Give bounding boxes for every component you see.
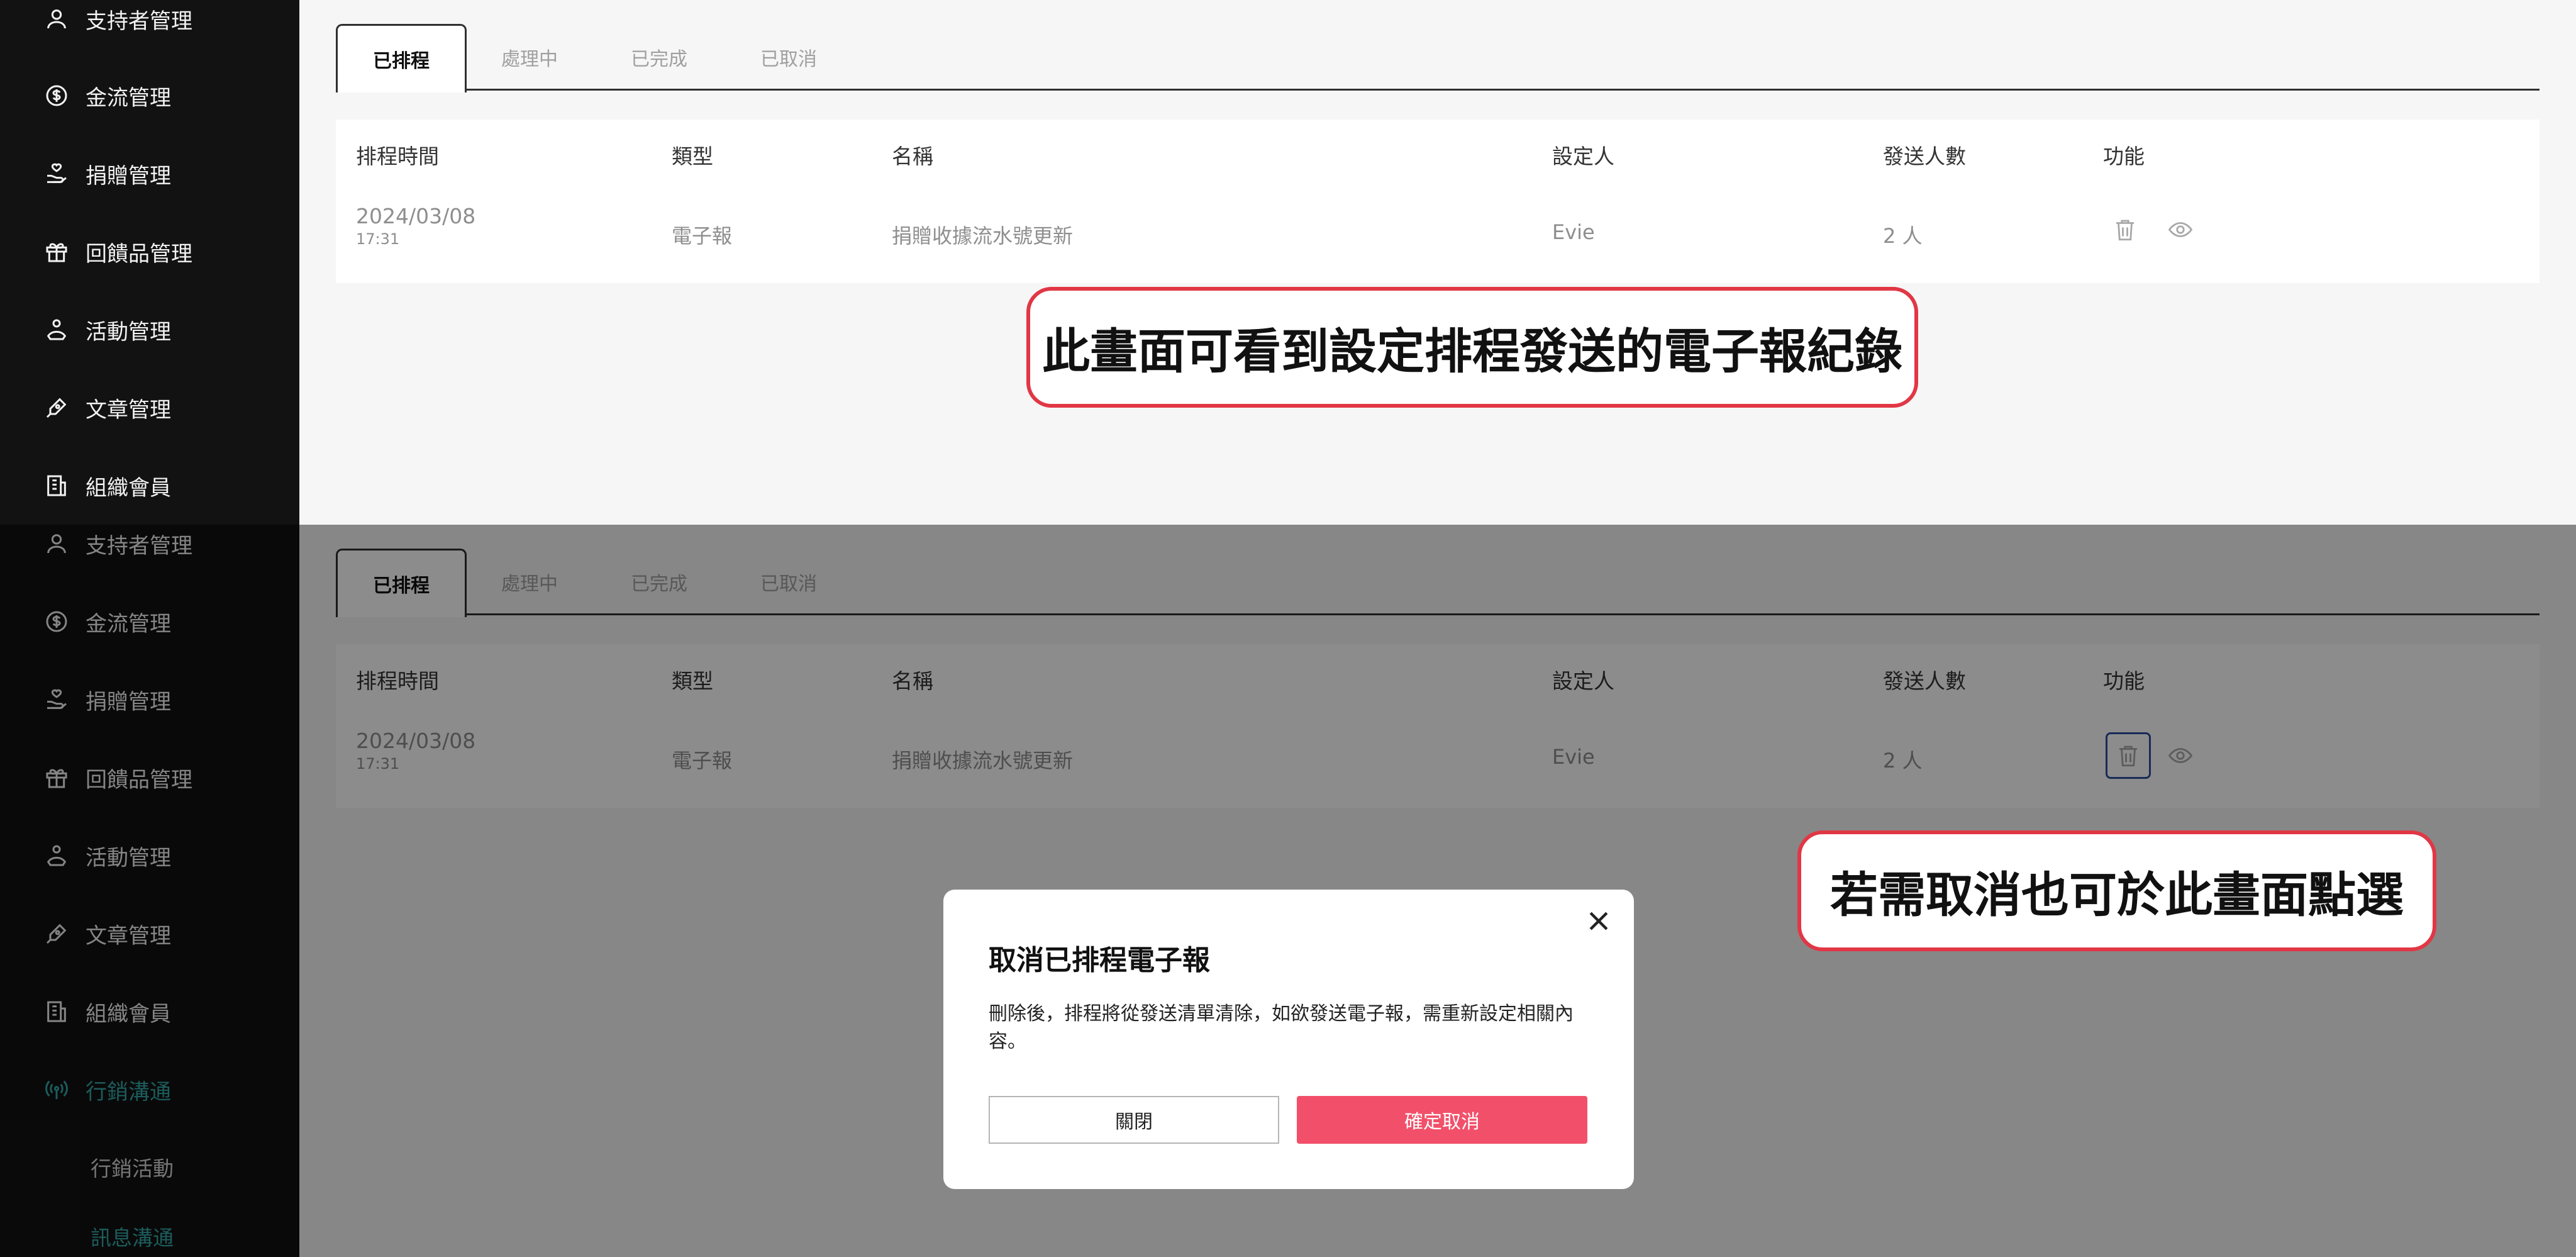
flag-hand-icon: [47, 319, 67, 340]
gift-icon: [46, 243, 67, 262]
annotation-callout-top: 此畫面可看到設定排程發送的電子報紀錄: [1026, 287, 1918, 408]
close-icon[interactable]: [1580, 902, 1618, 940]
dialog-message: 刪除後，排程將從發送清單清除，如欲發送電子報，需重新設定相關內容。: [989, 1003, 1574, 1053]
sidebar-item-label: 活動管理: [86, 319, 171, 345]
sidebar-item-cashflow[interactable]: 金流管理: [44, 77, 171, 115]
sidebar-item-articles[interactable]: 文章管理: [44, 389, 171, 427]
dollar-coin-icon: [46, 85, 67, 106]
sidebar-item-label: 組織會員: [86, 475, 171, 501]
sidebar-item-members[interactable]: 組織會員: [44, 467, 171, 505]
sidebar-item-label: 捐贈管理: [86, 163, 171, 189]
sidebar-item-label: 支持者管理: [86, 8, 192, 34]
building-icon: [47, 475, 66, 496]
row-name: 捐贈收據流水號更新: [892, 224, 1074, 248]
tab-completed[interactable]: 已完成: [609, 24, 709, 91]
column-header-setter: 設定人: [1552, 144, 1614, 169]
pen-icon: [46, 398, 67, 418]
annotation-callout-bottom: 若需取消也可於此畫面點選: [1797, 830, 2436, 951]
close-button[interactable]: 關閉: [989, 1096, 1279, 1144]
column-header-type: 類型: [672, 144, 713, 169]
top-screenshot-panel: 支持者管理 金流管理 捐贈管理 回饋品管理 活動管理 文章管理 組織會員 已排程…: [0, 0, 2576, 525]
tab-scheduled[interactable]: 已排程: [336, 24, 467, 92]
eye-icon[interactable]: [2161, 210, 2200, 249]
sidebar: 支持者管理 金流管理 捐贈管理 回饋品管理 活動管理 文章管理 組織會員: [0, 0, 299, 525]
delete-icon[interactable]: [2106, 210, 2145, 249]
sidebar-item-label: 文章管理: [86, 397, 171, 423]
column-header-actions: 功能: [2103, 144, 2145, 169]
sidebar-item-donations[interactable]: 捐贈管理: [44, 155, 171, 193]
sidebar-item-label: 金流管理: [86, 85, 171, 111]
status-tabs: 已排程 處理中 已完成 已取消: [336, 24, 2540, 92]
row-date: 2024/03/08: [356, 204, 476, 228]
sidebar-item-rewards[interactable]: 回饋品管理: [44, 233, 192, 271]
confirm-cancel-button[interactable]: 確定取消: [1297, 1096, 1587, 1144]
row-type: 電子報: [672, 224, 733, 248]
tab-processing[interactable]: 處理中: [479, 24, 580, 91]
tab-cancelled[interactable]: 已取消: [738, 24, 839, 91]
row-time: 17:31: [356, 230, 400, 248]
sidebar-item-label: 回饋品管理: [86, 241, 192, 267]
sidebar-item-supporters[interactable]: 支持者管理: [44, 0, 192, 38]
schedule-table: 排程時間 類型 名稱 設定人 發送人數 功能 2024/03/08 17:31 …: [336, 120, 2540, 283]
row-count: 2 人: [1883, 224, 1923, 248]
column-header-recipient-count: 發送人數: [1883, 144, 1966, 169]
cancel-schedule-dialog: 取消已排程電子報 刪除後，排程將從發送清單清除，如欲發送電子報，需重新設定相關內…: [943, 890, 1634, 1189]
row-setter: Evie: [1552, 220, 1595, 244]
sidebar-item-events[interactable]: 活動管理: [44, 311, 171, 349]
column-header-schedule-time: 排程時間: [356, 144, 439, 169]
column-header-name: 名稱: [892, 144, 933, 169]
hand-donation-icon: [47, 163, 67, 183]
person-icon: [47, 9, 66, 29]
dialog-title: 取消已排程電子報: [989, 944, 1210, 976]
